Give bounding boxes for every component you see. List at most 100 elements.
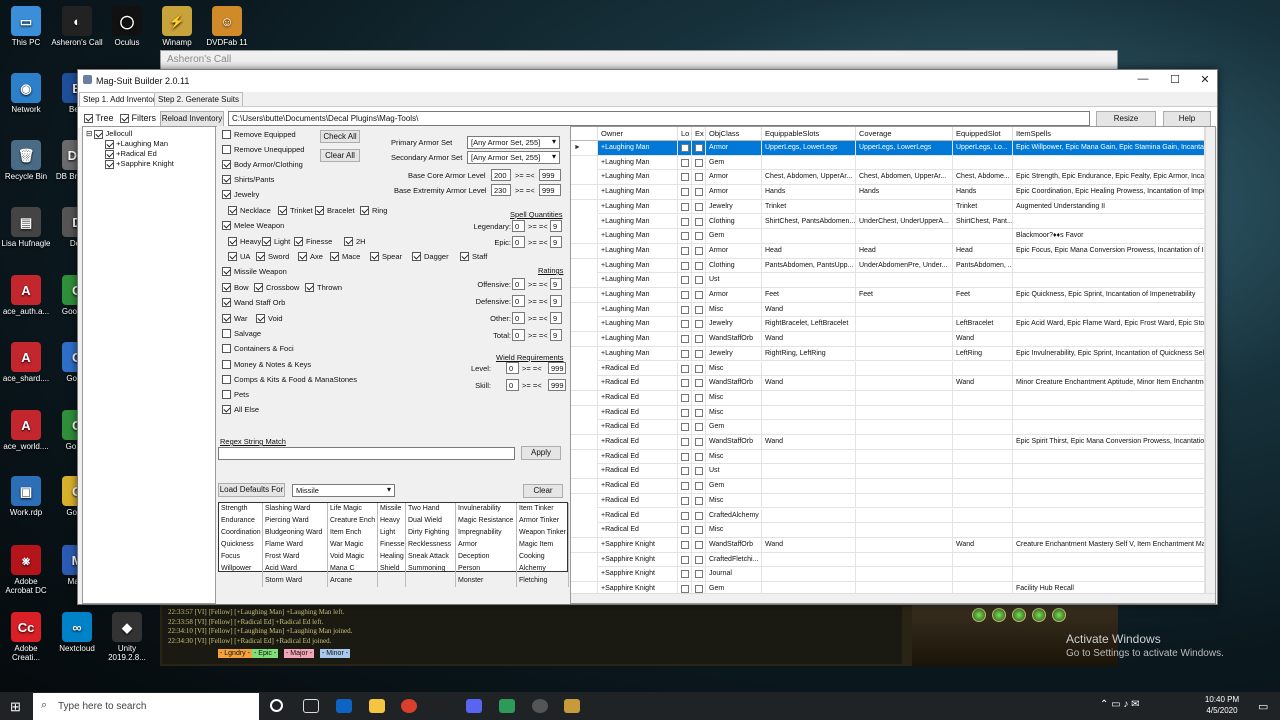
hud-orb-icon[interactable] [972, 608, 986, 622]
spell-grid-cell[interactable]: Life Magic [328, 503, 378, 515]
melee-sub-check-checkbox[interactable] [412, 252, 421, 261]
row-header[interactable] [571, 376, 598, 391]
melee-sub-check-checkbox[interactable] [330, 252, 339, 261]
inventory-row[interactable]: +Laughing Man Clothing PantsAbdomen, Pants… [571, 258, 1205, 274]
clear-all-button[interactable]: Clear All [320, 149, 360, 162]
ex-cell[interactable] [692, 567, 706, 582]
inventory-row[interactable]: +Laughing Man Jewelry RightBracelet, LeftB… [571, 317, 1205, 333]
row-header[interactable] [571, 523, 598, 538]
ex-cell[interactable] [692, 508, 706, 523]
inventory-row[interactable]: +Laughing Man Jewelry Trinket Trinket Augmen… [571, 199, 1205, 215]
row-header[interactable]: ► [571, 141, 598, 155]
ex-checkbox[interactable] [695, 423, 703, 432]
lo-cell[interactable] [678, 273, 692, 288]
ex-cell[interactable] [692, 361, 706, 376]
row-header[interactable] [571, 390, 598, 405]
tree-node-checkbox[interactable] [105, 139, 114, 149]
lo-cell[interactable] [678, 479, 692, 494]
misc-filter-check-checkbox[interactable] [222, 375, 231, 384]
column-header[interactable]: Coverage [856, 127, 953, 141]
melee-sub-check[interactable]: Dagger [412, 252, 449, 261]
inventory-row[interactable]: +Sapphire Knight Journal [571, 567, 1205, 582]
spell-grid-cell[interactable]: Arcane [328, 575, 378, 587]
tray-icons[interactable]: ⌃ ▭ ♪ ✉ [1100, 699, 1140, 710]
wand-staff-orb-check-checkbox[interactable] [222, 298, 231, 307]
desktop-icon[interactable]: ⚡ Winamp [151, 6, 203, 47]
level-min-field[interactable]: 0 [506, 362, 519, 374]
column-header[interactable]: ItemSpells [1013, 127, 1205, 141]
filter-check-checkbox[interactable] [222, 145, 231, 154]
ex-cell[interactable] [692, 199, 706, 214]
lo-checkbox[interactable] [681, 217, 689, 226]
ex-checkbox[interactable] [695, 261, 703, 270]
lo-checkbox[interactable] [681, 452, 689, 461]
jewelry-sub-check-checkbox[interactable] [315, 206, 324, 215]
filter-check-checkbox[interactable] [222, 160, 231, 169]
lo-cell[interactable] [678, 449, 692, 464]
row-header[interactable] [571, 302, 598, 317]
misc-filter-check[interactable]: All Else [222, 405, 259, 414]
ex-cell[interactable] [692, 449, 706, 464]
row-header[interactable] [571, 552, 598, 567]
ex-checkbox[interactable] [695, 467, 703, 476]
ex-checkbox[interactable] [695, 158, 703, 167]
filter-check[interactable]: Body Armor/Clothing [222, 160, 303, 169]
row-header[interactable] [571, 567, 598, 582]
help-button[interactable]: Help [1163, 111, 1211, 127]
lo-checkbox[interactable] [681, 320, 689, 329]
ex-cell[interactable] [692, 170, 706, 185]
ex-cell[interactable] [692, 258, 706, 273]
lo-cell[interactable] [678, 170, 692, 185]
lo-cell[interactable] [678, 420, 692, 435]
tree-node-checkbox[interactable] [105, 159, 114, 169]
desktop-icon[interactable]: ◉ Network [0, 73, 52, 114]
melee-sub-check-checkbox[interactable] [460, 252, 469, 261]
lo-checkbox[interactable] [681, 291, 689, 299]
lo-cell[interactable] [678, 302, 692, 317]
spell-grid-cell[interactable]: Summoning [406, 563, 456, 575]
lo-cell[interactable] [678, 214, 692, 229]
tree-toggle[interactable]: Tree [84, 113, 114, 124]
lo-checkbox[interactable] [681, 393, 689, 402]
row-header[interactable] [571, 170, 598, 185]
ex-checkbox[interactable] [695, 379, 703, 388]
filter-check[interactable]: Shirts/Pants [222, 175, 274, 184]
lo-checkbox[interactable] [681, 276, 689, 285]
melee-sub-check[interactable]: Heavy [228, 237, 261, 246]
melee-sub-check-checkbox[interactable] [228, 237, 237, 246]
wand-sub-check[interactable]: Void [256, 314, 283, 323]
jewelry-sub-check[interactable]: Bracelet [315, 206, 355, 215]
row-header[interactable] [571, 420, 598, 435]
melee-sub-check[interactable]: Staff [460, 252, 487, 261]
character-tree[interactable]: ⊟ Jellocull +Laughing Man +Radical Ed +S… [82, 126, 216, 604]
ex-checkbox[interactable] [695, 144, 703, 152]
lo-cell[interactable] [678, 288, 692, 302]
row-header[interactable] [571, 464, 598, 479]
melee-sub-check-checkbox[interactable] [228, 252, 237, 261]
ex-cell[interactable] [692, 243, 706, 258]
row-header[interactable] [571, 493, 598, 508]
spell-grid-cell[interactable]: Invulnerability [456, 503, 517, 515]
spell-grid-cell[interactable]: Willpower [219, 563, 263, 575]
ex-cell[interactable] [692, 493, 706, 508]
melee-sub-check[interactable]: Light [262, 237, 290, 246]
defensive-max-field[interactable]: 9 [550, 295, 562, 307]
filter-check-checkbox[interactable] [222, 130, 231, 139]
inventory-row[interactable]: +Radical Ed WandStaffOrb Wand Epic Spirit T… [571, 435, 1205, 450]
total-max-field[interactable]: 9 [550, 329, 562, 341]
melee-sub-check-checkbox[interactable] [256, 252, 265, 261]
misc-filter-check[interactable]: Comps & Kits & Food & ManaStones [222, 375, 357, 384]
load-defaults-button[interactable]: Load Defaults For [218, 483, 285, 497]
column-header[interactable]: EquippableSlots [762, 127, 856, 141]
ex-checkbox[interactable] [695, 408, 703, 417]
lo-checkbox[interactable] [681, 438, 689, 446]
minimize-button[interactable]: — [1128, 73, 1158, 89]
melee-sub-check-checkbox[interactable] [294, 237, 303, 246]
hud-orb-icon[interactable] [1032, 608, 1046, 622]
spell-grid-cell[interactable]: Heavy [378, 515, 406, 527]
lo-checkbox[interactable] [681, 305, 689, 314]
ex-cell[interactable] [692, 390, 706, 405]
lo-checkbox[interactable] [681, 467, 689, 476]
missile-sub-check[interactable]: Bow [222, 283, 249, 292]
base-core-max-field[interactable]: 999 [539, 169, 561, 181]
